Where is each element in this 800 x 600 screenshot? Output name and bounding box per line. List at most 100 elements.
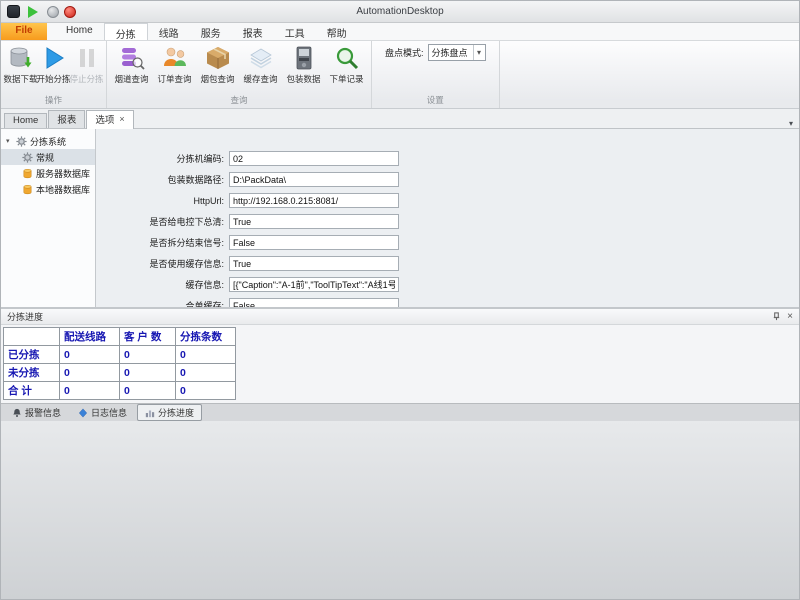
ribbon-tab-file[interactable]: File [1,23,47,40]
table-cell: 0 [120,364,176,382]
ribbon-tab-report[interactable]: 报表 [232,23,274,40]
tree-item-general[interactable]: 常规 [1,149,95,165]
gear-icon [16,136,27,147]
expander-icon[interactable]: ▾ [6,137,13,145]
pack-data-path-label: 包装数据路径: [112,173,224,186]
merge-order-cache-label: 合单缓存: [112,299,224,307]
tab-overflow-icon[interactable]: ▾ [789,119,795,128]
close-icon[interactable]: × [787,312,793,321]
cache-query-button[interactable]: 缓存查询 [239,44,282,85]
machine-code-input[interactable] [229,151,399,166]
ribbon-tab-home[interactable]: Home [55,23,104,40]
table-row: 已分拣000 [4,346,236,364]
start-sorting-button[interactable]: 开始分拣 [37,44,70,85]
send-total-to-plc-input[interactable] [229,214,399,229]
table-row-label: 合 计 [4,382,60,400]
settings-form: 分拣机编码: 包装数据路径: HttpUrl: 是否给电控下总清: 是否拆分结束信号: 是… [96,129,799,307]
order-record-button[interactable]: 下单记录 [325,44,368,85]
table-row-label: 已分拣 [4,346,60,364]
bottom-tab-label: 分拣进度 [158,406,194,419]
stop-sorting-button: 停止分拣 [70,44,103,85]
navigation-tree: ▾ 分拣系统 常规服务器数据库本地器数据库 [1,129,96,307]
ribbon-tab-help[interactable]: 帮助 [316,23,358,40]
form-row-pack-data-path: 包装数据路径: [112,172,799,187]
tree-item-server-database[interactable]: 服务器数据库 [1,165,95,181]
http-url-input[interactable] [229,193,399,208]
table-cell: 0 [120,382,176,400]
split-end-signal-input[interactable] [229,235,399,250]
inventory-mode-row: 盘点模式: 分拣盘点▾ [375,44,496,61]
progress-panel-body: 配送线路客 户 数分拣条数已分拣000未分拣000合 计000 [1,325,799,400]
progress-panel: 分拣进度 × 配送线路客 户 数分拣条数已分拣000未分拣000合 计000 [1,307,799,403]
database-download-icon [8,45,34,71]
table-cell: 0 [176,382,236,400]
machine-code-label: 分拣机编码: [112,152,224,165]
close-tab-icon[interactable]: × [119,114,124,124]
ribbon-group-2: 盘点模式:分拣盘点▾设置 [372,41,500,108]
ribbon-tab-service[interactable]: 服务 [190,23,232,40]
doc-tab-label: 报表 [57,112,76,126]
database-icon [22,184,33,195]
form-row-machine-code: 分拣机编码: [112,151,799,166]
packing-data-button[interactable]: 包装数据 [282,44,325,85]
stack-search-icon [119,45,145,71]
pin-icon[interactable] [772,312,781,321]
pack-data-path-input[interactable] [229,172,399,187]
progress-panel-header: 分拣进度 × [1,309,799,325]
ribbon-tab-tools[interactable]: 工具 [274,23,316,40]
inventory-mode-value: 分拣盘点 [429,46,473,59]
progress-icon [145,408,155,418]
ribbon-group-0: 数据下载开始分拣停止分拣操作 [1,41,107,108]
form-row-merge-order-cache: 合单缓存: [112,298,799,307]
bottom-tab-label: 报警信息 [25,406,61,419]
data-download-label: 数据下载 [4,73,38,85]
use-cache-info-label: 是否使用缓存信息: [112,257,224,270]
titlebar: AutomationDesktop [1,1,799,23]
table-row: 合 计000 [4,382,236,400]
table-cell: 0 [176,364,236,382]
form-row-send-total-to-plc: 是否给电控下总清: [112,214,799,229]
ribbon-tab-route[interactable]: 线路 [148,23,190,40]
gear-icon [22,152,33,163]
table-cell: 0 [60,382,120,400]
window-title: AutomationDesktop [1,6,799,17]
inventory-mode-label: 盘点模式: [385,46,424,59]
order-query-button[interactable]: 订单查询 [153,44,196,85]
http-url-label: HttpUrl: [112,196,224,206]
doc-tab-options[interactable]: 选项 × [86,110,133,129]
ribbon-tab-sorting[interactable]: 分拣 [104,23,148,40]
lane-query-button[interactable]: 烟道查询 [110,44,153,85]
chevron-down-icon[interactable]: ▾ [473,45,485,60]
table-header-cell: 配送线路 [60,328,120,346]
inventory-mode-select[interactable]: 分拣盘点▾ [428,44,486,61]
progress-table: 配送线路客 户 数分拣条数已分拣000未分拣000合 计000 [3,327,236,400]
pack-query-button[interactable]: 烟包查询 [196,44,239,85]
document-tab-bar: Home 报表 选项 × ▾ [1,109,799,129]
use-cache-info-input[interactable] [229,256,399,271]
cache-icon [248,45,274,71]
cache-info-input[interactable] [229,277,399,292]
bottom-tab-bar: 报警信息日志信息 分拣进度 [1,403,799,421]
bottom-tab-log-info[interactable]: 日志信息 [71,405,134,420]
table-header-cell: 客 户 数 [120,328,176,346]
tree-items: 常规服务器数据库本地器数据库 [1,149,95,197]
doc-tab-home[interactable]: Home [4,113,47,128]
bottom-tab-alarm-info[interactable]: 报警信息 [5,405,68,420]
lane-query-label: 烟道查询 [114,73,148,85]
ribbon-tab-bar: File Home分拣线路服务报表工具帮助 [1,23,799,41]
table-row: 未分拣000 [4,364,236,382]
table-cell: 0 [176,346,236,364]
data-download-button[interactable]: 数据下载 [4,44,37,85]
table-cell: 0 [60,346,120,364]
table-cell: 0 [60,364,120,382]
table-header-cell [4,328,60,346]
bottom-tab-sorting-progress[interactable]: 分拣进度 [137,404,202,421]
people-icon [162,45,188,71]
doc-tab-report[interactable]: 报表 [48,110,85,128]
doc-tab-label: 选项 [95,112,114,126]
tree-item-label: 常规 [36,151,54,164]
tree-item-local-database[interactable]: 本地器数据库 [1,181,95,197]
merge-order-cache-input[interactable] [229,298,399,307]
form-row-split-end-signal: 是否拆分结束信号: [112,235,799,250]
tree-root-sorting-system[interactable]: ▾ 分拣系统 [1,133,95,149]
